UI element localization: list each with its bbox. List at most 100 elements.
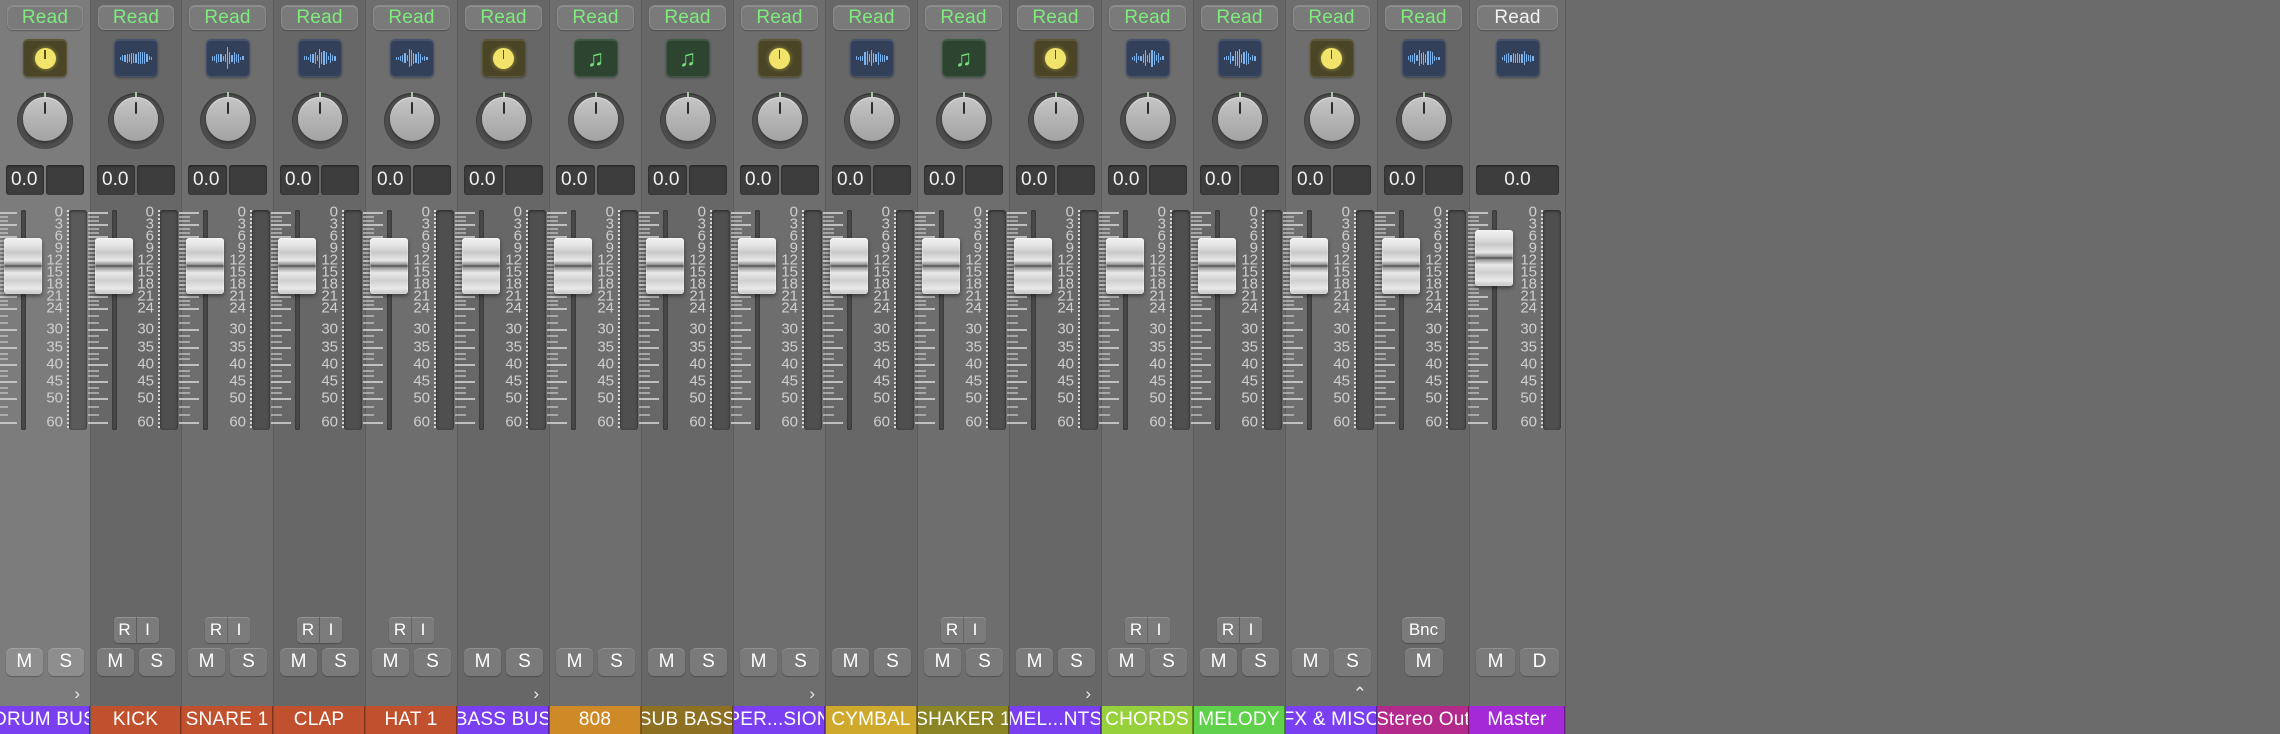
mute-button[interactable]: M: [1476, 648, 1515, 676]
dim-button[interactable]: D: [1520, 648, 1559, 676]
fader-handle[interactable]: [922, 238, 960, 294]
chevron-right-icon[interactable]: ›: [1085, 685, 1091, 702]
automation-mode-button[interactable]: Read: [281, 5, 358, 30]
solo-button[interactable]: S: [1242, 648, 1279, 676]
fader-handle[interactable]: [738, 238, 776, 294]
solo-button[interactable]: S: [139, 648, 176, 676]
fader-handle[interactable]: [186, 238, 224, 294]
gain-value-field[interactable]: 0.0: [832, 165, 871, 195]
gain-value-field[interactable]: 0.0: [464, 165, 503, 195]
fader-handle[interactable]: [646, 238, 684, 294]
secondary-value-field[interactable]: [781, 165, 820, 195]
gain-value-field[interactable]: 0.0: [1200, 165, 1239, 195]
gain-value-field[interactable]: 0.0: [556, 165, 595, 195]
secondary-value-field[interactable]: [137, 165, 175, 195]
track-name-plate[interactable]: CHORDS: [1102, 706, 1193, 734]
solo-button[interactable]: S: [874, 648, 911, 676]
input-monitor-button[interactable]: I: [137, 617, 159, 643]
automation-mode-button[interactable]: Read: [925, 5, 1002, 30]
gain-value-field[interactable]: 0.0: [97, 165, 135, 195]
aux-icon[interactable]: [1310, 39, 1354, 77]
midi-note-icon[interactable]: ♫: [942, 39, 986, 77]
solo-button[interactable]: S: [506, 648, 543, 676]
solo-button[interactable]: S: [690, 648, 727, 676]
fader-handle[interactable]: [1014, 238, 1052, 294]
secondary-value-field[interactable]: [873, 165, 912, 195]
solo-button[interactable]: S: [230, 648, 267, 676]
record-arm-button[interactable]: R: [205, 617, 227, 643]
pan-knob[interactable]: [17, 93, 73, 149]
automation-mode-button[interactable]: Read: [1109, 5, 1186, 30]
mute-button[interactable]: M: [1108, 648, 1145, 676]
fader-handle[interactable]: [554, 238, 592, 294]
mute-button[interactable]: M: [464, 648, 501, 676]
secondary-value-field[interactable]: [229, 165, 268, 195]
record-arm-button[interactable]: R: [389, 617, 411, 643]
automation-mode-button[interactable]: Read: [1293, 5, 1370, 30]
pan-knob[interactable]: [752, 93, 808, 149]
mute-button[interactable]: M: [280, 648, 317, 676]
track-name-plate[interactable]: BASS BUS: [458, 706, 549, 734]
waveform-icon[interactable]: [298, 39, 342, 77]
track-name-plate[interactable]: MEL...NTS: [1010, 706, 1101, 734]
waveform-icon[interactable]: [206, 39, 250, 77]
automation-mode-button[interactable]: Read: [649, 5, 726, 30]
chevron-right-icon[interactable]: ›: [809, 685, 815, 702]
input-monitor-button[interactable]: I: [1148, 617, 1170, 643]
fader-handle[interactable]: [1106, 238, 1144, 294]
gain-value-field[interactable]: 0.0: [1108, 165, 1147, 195]
track-name-plate[interactable]: CLAP: [274, 706, 365, 734]
track-name-plate[interactable]: SUB BASS: [642, 706, 733, 734]
chevron-up-icon[interactable]: ⌃: [1353, 685, 1367, 702]
gain-value-field[interactable]: 0.0: [6, 165, 44, 195]
fader-handle[interactable]: [1198, 238, 1236, 294]
chevron-right-icon[interactable]: ›: [533, 685, 539, 702]
fader-handle[interactable]: [278, 238, 316, 294]
gain-value-field[interactable]: 0.0: [924, 165, 963, 195]
track-name-plate[interactable]: KICK: [91, 706, 181, 734]
fader-handle[interactable]: [830, 238, 868, 294]
track-name-plate[interactable]: Master: [1470, 706, 1565, 734]
gain-value-field[interactable]: 0.0: [372, 165, 411, 195]
fader-handle[interactable]: [370, 238, 408, 294]
solo-button[interactable]: S: [782, 648, 819, 676]
input-monitor-button[interactable]: I: [228, 617, 250, 643]
mute-button[interactable]: M: [372, 648, 409, 676]
input-monitor-button[interactable]: I: [412, 617, 434, 643]
pan-knob[interactable]: [200, 93, 256, 149]
fader-handle[interactable]: [1382, 238, 1420, 294]
automation-mode-button[interactable]: Read: [1017, 5, 1094, 30]
mute-button[interactable]: M: [1016, 648, 1053, 676]
solo-button[interactable]: S: [48, 648, 85, 676]
mute-button[interactable]: M: [556, 648, 593, 676]
mute-button[interactable]: M: [6, 648, 43, 676]
track-name-plate[interactable]: SHAKER 1: [918, 706, 1009, 734]
mute-button[interactable]: M: [97, 648, 134, 676]
secondary-value-field[interactable]: [321, 165, 360, 195]
mute-button[interactable]: M: [924, 648, 961, 676]
mute-button[interactable]: M: [740, 648, 777, 676]
track-name-plate[interactable]: Stereo Out: [1378, 706, 1469, 734]
automation-mode-button[interactable]: Read: [189, 5, 266, 30]
automation-mode-button[interactable]: Read: [465, 5, 542, 30]
aux-icon[interactable]: [482, 39, 526, 77]
pan-knob[interactable]: [108, 93, 164, 149]
chevron-right-icon[interactable]: ›: [74, 685, 80, 702]
gain-value-field[interactable]: 0.0: [1016, 165, 1055, 195]
gain-value-field[interactable]: 0.0: [280, 165, 319, 195]
solo-button[interactable]: S: [414, 648, 451, 676]
solo-button[interactable]: S: [598, 648, 635, 676]
mute-button[interactable]: M: [1405, 648, 1443, 676]
fader-handle[interactable]: [4, 238, 42, 294]
waveform-icon[interactable]: [1496, 39, 1540, 77]
automation-mode-button[interactable]: Read: [1385, 5, 1462, 30]
solo-button[interactable]: S: [322, 648, 359, 676]
fader-handle[interactable]: [462, 238, 500, 294]
secondary-value-field[interactable]: [1333, 165, 1372, 195]
secondary-value-field[interactable]: [1149, 165, 1188, 195]
automation-mode-button[interactable]: Read: [833, 5, 910, 30]
pan-knob[interactable]: [476, 93, 532, 149]
waveform-icon[interactable]: [390, 39, 434, 77]
midi-note-icon[interactable]: ♫: [574, 39, 618, 77]
mute-button[interactable]: M: [832, 648, 869, 676]
